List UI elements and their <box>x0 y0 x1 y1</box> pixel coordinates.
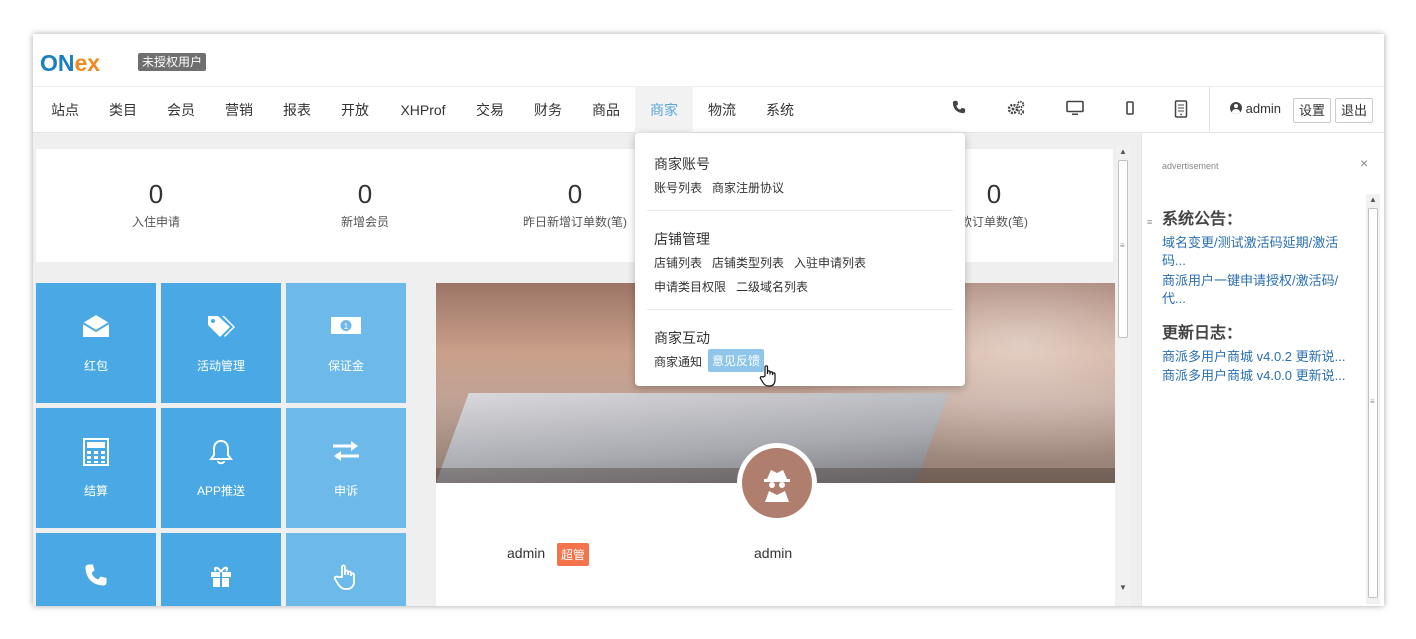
calculator-icon <box>36 438 156 473</box>
dd-section-store-management: 店铺管理 <box>654 231 710 247</box>
tile-appeal[interactable]: 申诉 <box>286 408 406 528</box>
nav-item-goods[interactable]: 商品 <box>580 87 632 133</box>
tile-red-packet[interactable]: 红包 <box>36 283 156 403</box>
gears-icon[interactable] <box>1005 100 1027 120</box>
nav-item-open[interactable]: 开放 <box>329 87 381 133</box>
grip-icon: ≡ <box>1370 397 1375 406</box>
dd-section-merchant-interaction: 商家互动 <box>654 330 710 346</box>
scroll-down-arrow-icon[interactable]: ▼ <box>1116 582 1130 594</box>
stat-value: 0 <box>357 179 373 209</box>
nav-item-marketing[interactable]: 营销 <box>213 87 265 133</box>
nav-item-merchant[interactable]: 商家 <box>635 87 693 133</box>
merchant-dropdown-menu: 商家账号 账号列表 商家注册协议 店铺管理 店铺列表 店铺类型列表 入驻申请列表… <box>635 133 965 386</box>
notice-link[interactable]: 商派用户一键申请授权/激活码/代... <box>1162 272 1357 308</box>
system-notice-heading: 系统公告： <box>1162 211 1243 228</box>
brand-bar: ONex 未授权用户 <box>33 34 1384 86</box>
grip-icon: ≡ <box>1147 217 1153 227</box>
stat-label: 新增会员 <box>340 215 389 229</box>
nav-item-system[interactable]: 系统 <box>754 87 806 133</box>
unauthorized-badge: 未授权用户 <box>138 53 207 71</box>
tablet-icon[interactable] <box>1170 100 1192 120</box>
dd-link-store-type-list[interactable]: 店铺类型列表 <box>712 254 784 271</box>
changelog-link[interactable]: 商派多用户商城 v4.0.2 更新说... <box>1162 348 1362 366</box>
tile-gift[interactable] <box>161 533 281 606</box>
stat-value: 0 <box>148 179 164 209</box>
settings-button[interactable]: 设置 <box>1293 98 1331 123</box>
dd-link-category-permission[interactable]: 申请类目权限 <box>654 278 726 295</box>
dd-link-merchant-notice[interactable]: 商家通知 <box>654 353 702 370</box>
profile-name-right: admin <box>754 545 793 561</box>
mobile-icon[interactable] <box>1119 100 1141 120</box>
gift-icon <box>161 563 281 596</box>
close-icon[interactable]: × <box>1360 155 1368 171</box>
changelog-link[interactable]: 商派多用户商城 v4.0.0 更新说... <box>1162 367 1362 385</box>
grip-icon: ≡ <box>1120 241 1125 250</box>
dd-link-feedback[interactable]: 意见反馈 <box>708 349 765 372</box>
dd-link-account-list[interactable]: 账号列表 <box>654 179 702 196</box>
user-secret-icon <box>742 448 812 518</box>
stat-checkin-applications: 0 入住申请 <box>56 179 256 230</box>
changelog-heading: 更新日志： <box>1162 325 1243 342</box>
tile-app-push[interactable]: APP推送 <box>161 408 281 528</box>
dd-link-subdomain-list[interactable]: 二级域名列表 <box>736 278 808 295</box>
nav-item-category[interactable]: 类目 <box>97 87 149 133</box>
tile-hand-pointer[interactable] <box>286 533 406 606</box>
dd-divider <box>647 210 953 211</box>
ad-label: advertisement <box>1162 161 1219 171</box>
user-circle-icon <box>1230 102 1242 114</box>
panel-scrollbar[interactable]: ▲ ≡ <box>1366 194 1380 604</box>
tile-label: 结算 <box>83 484 108 498</box>
tile-label: 申诉 <box>333 484 358 498</box>
onex-logo[interactable]: ONex <box>40 50 100 77</box>
profile-name-left: admin <box>507 545 546 561</box>
admin-username: admin <box>1245 101 1282 116</box>
dd-link-settle-application-list[interactable]: 入驻申请列表 <box>794 254 866 271</box>
dd-divider <box>647 309 953 310</box>
logout-button[interactable]: 退出 <box>1335 98 1373 123</box>
nav-item-report[interactable]: 报表 <box>271 87 323 133</box>
dd-link-merchant-agreement[interactable]: 商家注册协议 <box>712 179 784 196</box>
desktop-icon[interactable] <box>1064 100 1086 120</box>
stat-label: 入住申请 <box>131 215 180 229</box>
tile-activity-management[interactable]: 活动管理 <box>161 283 281 403</box>
tile-settlement[interactable]: 结算 <box>36 408 156 528</box>
super-admin-badge: 超管 <box>557 543 590 566</box>
tile-label: 活动管理 <box>196 359 245 373</box>
notice-link[interactable]: 域名变更/测试激活码延期/激活码... <box>1162 234 1357 270</box>
avatar[interactable] <box>737 443 817 523</box>
exchange-icon <box>286 438 406 471</box>
top-nav: 站点 类目 会员 营销 报表 开放 XHProf 交易 财务 商品 商家 物流 … <box>33 86 1384 133</box>
nav-item-site[interactable]: 站点 <box>39 87 91 133</box>
dd-link-store-list[interactable]: 店铺列表 <box>654 254 702 271</box>
main-content: 0 入住申请 0 新增会员 0 昨日新增订单数(笔) 0 款订单数(笔) 红包 <box>33 133 1141 606</box>
nav-item-xhprof[interactable]: XHProf <box>389 87 457 133</box>
bell-icon <box>161 438 281 473</box>
nav-item-trade[interactable]: 交易 <box>464 87 516 133</box>
hand-pointer-icon <box>286 563 406 598</box>
tile-deposit[interactable]: 1 保证金 <box>286 283 406 403</box>
main-scrollbar[interactable]: ▲ ≡ ▼ <box>1116 146 1130 606</box>
admin-area: admin 设置 退出 <box>1209 87 1384 133</box>
admin-user[interactable]: admin <box>1230 101 1281 116</box>
phone-icon <box>36 563 156 594</box>
hand-cursor-icon <box>759 364 779 394</box>
scroll-up-arrow-icon[interactable]: ▲ <box>1116 146 1130 158</box>
scroll-up-arrow-icon[interactable]: ▲ <box>1366 194 1380 206</box>
nav-item-finance[interactable]: 财务 <box>522 87 574 133</box>
dd-section-merchant-account: 商家账号 <box>654 156 710 172</box>
nav-item-member[interactable]: 会员 <box>155 87 207 133</box>
phone-icon[interactable] <box>948 100 970 120</box>
money-icon: 1 <box>286 313 406 344</box>
app-window: ONex 未授权用户 站点 类目 会员 营销 报表 开放 XHProf 交易 财… <box>33 34 1384 606</box>
nav-item-logistics[interactable]: 物流 <box>696 87 748 133</box>
tile-label: 红包 <box>83 359 108 373</box>
tags-icon <box>161 313 281 346</box>
stat-new-members: 0 新增会员 <box>265 179 465 230</box>
right-advertisement-panel: advertisement × 系统公告： 域名变更/测试激活码延期/激活码..… <box>1141 133 1384 606</box>
tile-label: 保证金 <box>327 359 364 373</box>
tile-label: APP推送 <box>196 484 245 498</box>
tile-phone[interactable] <box>36 533 156 606</box>
envelope-icon <box>36 313 156 346</box>
svg-text:1: 1 <box>344 322 349 331</box>
